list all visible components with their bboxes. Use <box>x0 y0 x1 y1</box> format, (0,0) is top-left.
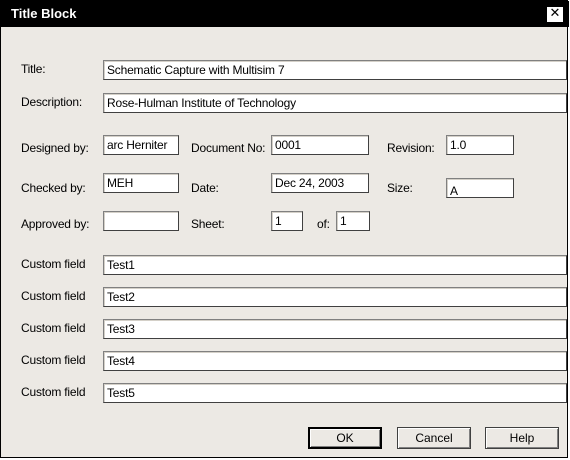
approved-by-input[interactable] <box>103 211 179 231</box>
custom-field-input-3[interactable]: Test3 <box>103 319 567 339</box>
custom-field-label-3: Custom field <box>21 321 86 335</box>
sheet-input[interactable]: 1 <box>271 211 303 231</box>
document-no-label: Document No: <box>191 141 266 155</box>
checked-by-input[interactable]: MEH <box>103 173 179 193</box>
help-button[interactable]: Help <box>485 427 559 449</box>
custom-field-label-4: Custom field <box>21 353 86 367</box>
custom-field-input-4[interactable]: Test4 <box>103 351 567 371</box>
size-label: Size: <box>387 181 413 195</box>
checked-by-label: Checked by: <box>21 181 86 195</box>
document-no-input[interactable]: 0001 <box>271 135 369 155</box>
title-block-dialog: Title Block ✕ Title: Schematic Capture w… <box>0 0 569 458</box>
approved-by-label: Approved by: <box>21 217 90 231</box>
description-input[interactable]: Rose-Hulman Institute of Technology <box>103 93 567 113</box>
title-bar[interactable]: Title Block ✕ <box>1 1 569 27</box>
sheet-label: Sheet: <box>191 217 225 231</box>
custom-field-label-1: Custom field <box>21 257 86 271</box>
custom-field-label-5: Custom field <box>21 385 86 399</box>
size-input[interactable]: A <box>446 178 514 198</box>
custom-field-input-2[interactable]: Test2 <box>103 287 567 307</box>
designed-by-label: Designed by: <box>21 141 89 155</box>
description-label: Description: <box>21 95 82 109</box>
close-icon[interactable]: ✕ <box>547 7 563 22</box>
of-input[interactable]: 1 <box>336 211 370 231</box>
date-label: Date: <box>191 181 219 195</box>
designed-by-input[interactable]: arc Herniter <box>103 135 179 155</box>
custom-field-input-5[interactable]: Test5 <box>103 383 567 403</box>
revision-input[interactable]: 1.0 <box>446 135 514 155</box>
window-title: Title Block <box>11 6 77 21</box>
custom-field-label-2: Custom field <box>21 289 86 303</box>
of-label: of: <box>317 217 330 231</box>
title-label: Title: <box>21 62 46 76</box>
custom-field-input-1[interactable]: Test1 <box>103 255 567 275</box>
revision-label: Revision: <box>387 141 435 155</box>
title-input[interactable]: Schematic Capture with Multisim 7 <box>103 60 567 80</box>
date-input[interactable]: Dec 24, 2003 <box>271 173 369 193</box>
ok-button[interactable]: OK <box>308 427 382 449</box>
cancel-button[interactable]: Cancel <box>397 427 471 449</box>
